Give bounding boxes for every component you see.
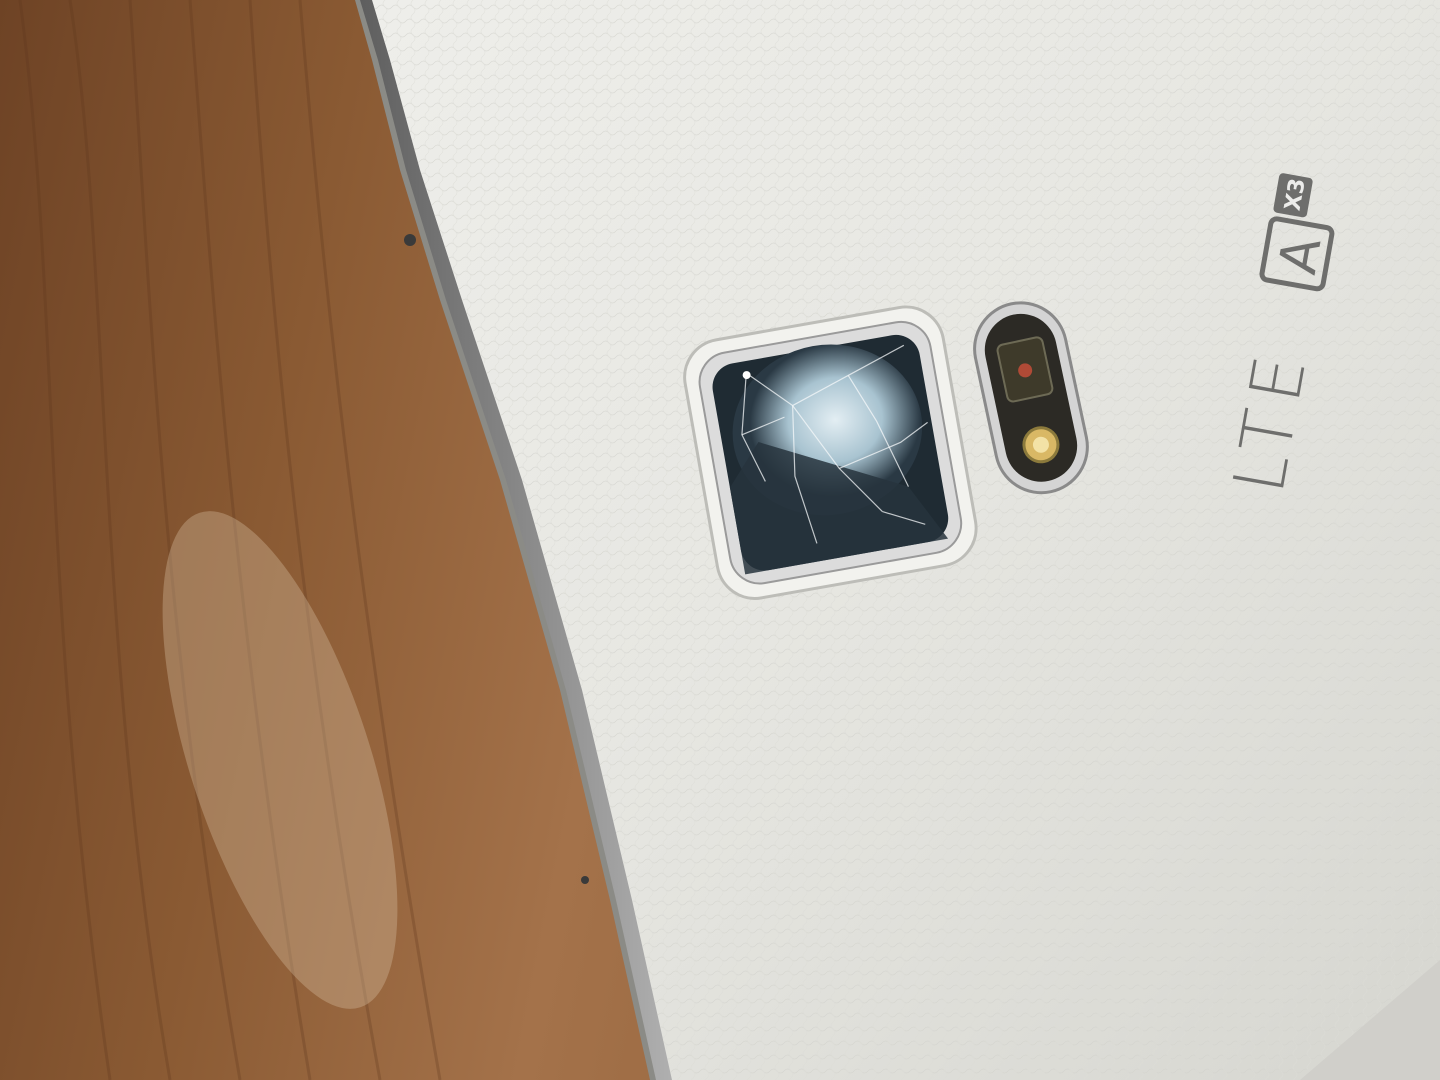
camera-module <box>683 305 978 600</box>
photo-canvas: LTE A X3 <box>0 0 1440 1080</box>
side-button-hole <box>581 876 589 884</box>
side-button-hole <box>404 234 416 246</box>
photo-scene: LTE A X3 <box>0 0 1440 1080</box>
